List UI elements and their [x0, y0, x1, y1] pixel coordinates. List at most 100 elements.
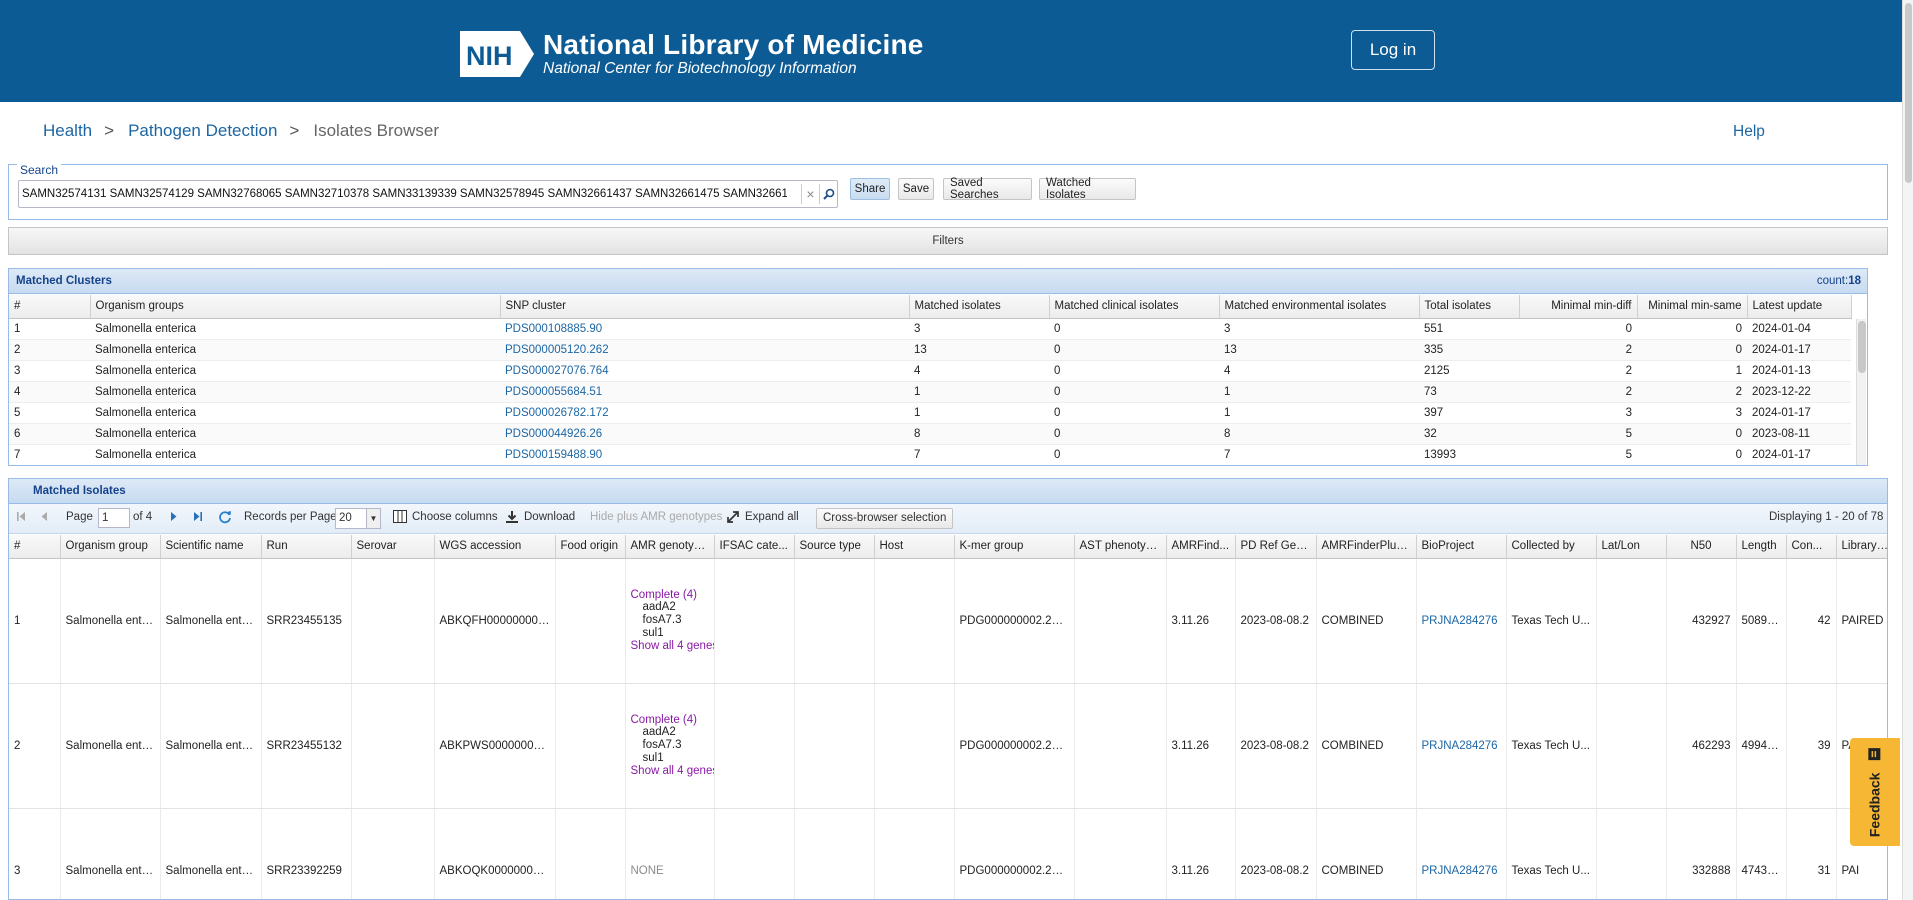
cluster-row[interactable]: 1 Salmonella enterica PDS000108885.90 3 0 3 55…: [9, 318, 1851, 340]
isolates-column-header[interactable]: Library layo: [1836, 535, 1887, 559]
isolates-column-header[interactable]: IFSAC cate...: [714, 535, 795, 559]
cluster-row[interactable]: 4 Salmonella enterica PDS000055684.51 1 0 1 73…: [9, 381, 1851, 403]
isolates-column-header[interactable]: PD Ref Gen...: [1235, 535, 1317, 559]
clusters-column-header[interactable]: Minimal min-same: [1637, 295, 1748, 319]
bioproject-link[interactable]: PRJNA284276: [1416, 558, 1507, 684]
clear-icon[interactable]: ×: [801, 184, 819, 204]
first-page-icon[interactable]: [16, 511, 27, 525]
isolates-column-header[interactable]: Host: [874, 535, 955, 559]
search-input[interactable]: [22, 183, 787, 205]
isolates-column-header[interactable]: K-mer group: [954, 535, 1075, 559]
clusters-column-header[interactable]: Minimal min-diff: [1519, 295, 1638, 319]
isolate-cell-food: [555, 808, 626, 899]
share-button[interactable]: Share: [850, 178, 890, 200]
clusters-column-header[interactable]: Matched environmental isolates: [1219, 295, 1420, 319]
records-per-page-select[interactable]: 20 ▼: [335, 508, 381, 529]
isolates-column-header[interactable]: AMRFinderPlus ...: [1316, 535, 1417, 559]
isolate-row[interactable]: 1 Salmonella ente... Salmonella ente... SRR…: [9, 558, 1887, 684]
isolates-column-header[interactable]: N50: [1666, 535, 1737, 559]
columns-icon[interactable]: [393, 510, 407, 526]
saved-searches-button[interactable]: Saved Searches: [943, 177, 1032, 201]
isolates-column-header[interactable]: Serovar: [351, 535, 435, 559]
isolates-column-header[interactable]: WGS accession: [434, 535, 556, 559]
snp-cluster-link[interactable]: PDS000026782.172: [500, 402, 909, 424]
refresh-icon[interactable]: [218, 510, 232, 527]
expand-icon[interactable]: [726, 510, 740, 527]
clusters-column-header[interactable]: Matched isolates: [909, 295, 1050, 319]
isolate-cell-sci-name: Salmonella ente...: [160, 683, 262, 809]
next-page-icon[interactable]: [169, 511, 178, 525]
filters-bar[interactable]: Filters: [8, 227, 1888, 255]
isolates-column-header[interactable]: Food origin: [555, 535, 626, 559]
clusters-column-header[interactable]: Latest update: [1747, 295, 1852, 319]
help-link[interactable]: Help: [1733, 123, 1765, 141]
isolates-panel-header: Matched Isolates: [9, 479, 1887, 504]
clusters-column-header[interactable]: #: [9, 295, 91, 319]
snp-cluster-link[interactable]: PDS000044926.26: [500, 423, 909, 445]
nih-logo[interactable]: NIH: [458, 29, 536, 79]
isolates-column-header[interactable]: AMRFind...: [1166, 535, 1236, 559]
snp-cluster-link[interactable]: PDS000005120.262: [500, 339, 909, 361]
prev-page-icon[interactable]: [40, 511, 49, 525]
cross-browser-selection-button[interactable]: Cross-browser selection: [816, 508, 954, 529]
choose-columns-button[interactable]: Choose columns: [412, 511, 498, 523]
clusters-scrollbar[interactable]: [1856, 319, 1866, 465]
snp-cluster-link[interactable]: PDS000055684.51: [500, 381, 909, 403]
bioproject-link[interactable]: PRJNA284276: [1416, 808, 1507, 899]
bioproject-link[interactable]: PRJNA284276: [1416, 683, 1507, 809]
show-all-genes-link[interactable]: Show all 4 genes: [631, 765, 714, 777]
cluster-row[interactable]: 5 Salmonella enterica PDS000026782.172 1 0 1 3…: [9, 402, 1851, 424]
chevron-down-icon[interactable]: ▼: [366, 509, 380, 528]
breadcrumb-health[interactable]: Health: [43, 121, 92, 141]
clusters-scroll-thumb[interactable]: [1858, 321, 1866, 373]
cluster-cell: 2: [1519, 360, 1637, 382]
isolates-column-header[interactable]: Con...: [1786, 535, 1837, 559]
cluster-row[interactable]: 3 Salmonella enterica PDS000027076.764 4 0 4 2…: [9, 360, 1851, 382]
feedback-tab[interactable]: Feedback: [1850, 738, 1900, 846]
snp-cluster-link[interactable]: PDS000027076.764: [500, 360, 909, 382]
save-button[interactable]: Save: [898, 178, 934, 200]
last-page-icon[interactable]: [192, 511, 203, 525]
isolate-row[interactable]: 3 Salmonella ente... Salmonella ente... SRR…: [9, 808, 1887, 899]
page-scroll-thumb[interactable]: [1905, 3, 1912, 183]
breadcrumb-pathogen-detection[interactable]: Pathogen Detection: [128, 121, 277, 141]
snp-cluster-link[interactable]: PDS000159488.90: [500, 444, 909, 465]
clusters-column-header[interactable]: Organism groups: [90, 295, 501, 319]
cluster-row[interactable]: 7 Salmonella enterica PDS000159488.90 7 0 7 13…: [9, 444, 1851, 465]
clusters-column-header[interactable]: Matched clinical isolates: [1049, 295, 1220, 319]
amr-status-link[interactable]: Complete (4): [631, 589, 709, 601]
site-title[interactable]: National Library of Medicine: [543, 29, 924, 61]
expand-all-button[interactable]: Expand all: [745, 511, 799, 523]
login-button[interactable]: Log in: [1351, 30, 1435, 70]
isolates-column-header[interactable]: Source type: [794, 535, 875, 559]
cluster-row[interactable]: 2 Salmonella enterica PDS000005120.262 13 0 1…: [9, 339, 1851, 361]
isolates-column-header[interactable]: Run: [261, 535, 352, 559]
cluster-cell: 0: [1637, 318, 1747, 340]
isolates-column-header[interactable]: Collected by: [1506, 535, 1597, 559]
isolates-column-header[interactable]: #: [9, 535, 61, 559]
feedback-label: Feedback: [1866, 747, 1884, 837]
isolates-column-header[interactable]: AST phenotyp...: [1074, 535, 1167, 559]
isolates-column-header[interactable]: Organism group: [60, 535, 161, 559]
snp-cluster-link[interactable]: PDS000108885.90: [500, 318, 909, 340]
clusters-column-header[interactable]: Total isolates: [1419, 295, 1520, 319]
isolates-column-header[interactable]: Lat/Lon: [1596, 535, 1667, 559]
isolates-column-header[interactable]: AMR genotyp...: [625, 535, 715, 559]
search-icon[interactable]: [819, 184, 837, 204]
isolate-row[interactable]: 2 Salmonella ente... Salmonella ente... SRR…: [9, 683, 1887, 809]
show-all-genes-link[interactable]: Show all 4 genes: [631, 640, 714, 652]
page-scrollbar[interactable]: [1902, 0, 1913, 900]
download-button[interactable]: Download: [524, 511, 575, 523]
amr-status-link[interactable]: Complete (4): [631, 714, 709, 726]
isolates-column-header[interactable]: Length: [1736, 535, 1787, 559]
isolates-column-header[interactable]: BioProject: [1416, 535, 1507, 559]
cluster-cell: 5: [1519, 423, 1637, 445]
watched-isolates-button[interactable]: Watched Isolates: [1039, 177, 1136, 201]
cluster-cell: 0: [1049, 360, 1219, 382]
isolates-column-header[interactable]: Scientific name: [160, 535, 262, 559]
page-number-input[interactable]: 1: [98, 508, 130, 528]
hide-plus-amr-button[interactable]: Hide plus AMR genotypes: [590, 511, 722, 523]
download-icon[interactable]: [505, 510, 519, 527]
cluster-row[interactable]: 6 Salmonella enterica PDS000044926.26 8 0 8 32…: [9, 423, 1851, 445]
clusters-column-header[interactable]: SNP cluster: [500, 295, 910, 319]
